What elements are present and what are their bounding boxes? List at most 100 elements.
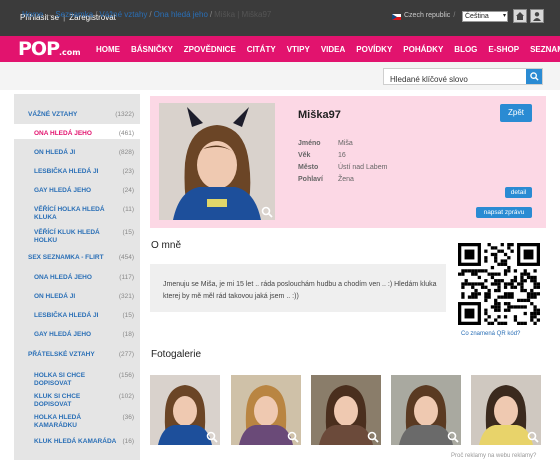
sidebar-item-label: ONA HLEDÁ JEHO [34, 274, 92, 281]
sidebar-item-label: PŘÁTELSKÉ VZTAHY [28, 351, 95, 358]
profile-field-value: Ústí nad Labem [338, 164, 388, 171]
gallery-photo[interactable] [311, 375, 381, 445]
sidebar-item-count: (15) [122, 229, 134, 236]
nav-item[interactable]: VTIPY [287, 45, 310, 54]
nav-item[interactable]: SEZNAMKA [530, 45, 560, 54]
sidebar-item-count: (828) [118, 149, 134, 156]
search-input[interactable] [384, 72, 522, 87]
profile-name: Miška97 [298, 109, 341, 121]
sidebar-item-count: (24) [122, 187, 134, 194]
send-message-button[interactable]: napsat zprávu [476, 207, 532, 218]
crumb-vazne[interactable]: Vážné vztahy [99, 10, 147, 19]
zoom-icon[interactable] [447, 431, 459, 443]
profile-field-value: 16 [338, 152, 346, 159]
logo-suffix: .com [59, 48, 81, 57]
crumb-slash: / [209, 10, 213, 19]
qr-info-link[interactable]: Co znamená QR kód? [461, 331, 520, 337]
profile-photo-image [159, 103, 275, 220]
sidebar-item-count: (18) [122, 331, 134, 338]
region-separator: / [453, 12, 456, 19]
category-sidebar: VÁŽNÉ VZTAHY (1322) ONA HLEDÁ JEHO (461) ON … [14, 94, 140, 460]
home-icon[interactable] [513, 9, 527, 23]
zoom-icon[interactable] [527, 431, 539, 443]
nav-items: HOME BÁSNIČKY ZPOVĚDNICE CITÁTY VTIPY VIDEA PO… [96, 45, 560, 54]
sidebar-item-count: (102) [118, 393, 134, 400]
sidebar-item-label: VĚŘÍCÍ HOLKA HLEDÁ KLUKA [34, 206, 105, 221]
zoom-icon[interactable] [287, 431, 299, 443]
zoom-icon[interactable] [367, 431, 379, 443]
gallery-photo[interactable] [391, 375, 461, 445]
sidebar-item-label: KLUK HLEDÁ KAMARÁDA [34, 438, 117, 445]
user-icon[interactable] [530, 9, 544, 23]
sidebar-item-label: LESBIČKA HLEDÁ JI [34, 312, 99, 319]
crumb-slash: / [95, 10, 98, 19]
sidebar-item-count: (1322) [115, 111, 134, 118]
search-button[interactable] [526, 69, 542, 84]
crumb-slash: / [149, 10, 152, 19]
zoom-icon[interactable] [261, 206, 273, 218]
search-icon [529, 72, 539, 81]
language-value: Čeština [465, 13, 489, 20]
ad-link[interactable]: Proč reklamy na webu reklamy? [451, 453, 536, 459]
crumb-seznamka[interactable]: Seznamka [55, 10, 93, 19]
detail-button[interactable]: detail [505, 187, 532, 198]
sidebar-item-label: VÁŽNÉ VZTAHY [28, 111, 78, 118]
sidebar-item-count: (454) [118, 254, 134, 261]
gallery-photo[interactable] [150, 375, 220, 445]
czech-flag-icon [392, 14, 401, 20]
region-label[interactable]: Czech republic / [404, 12, 455, 19]
sidebar-item-count: (277) [118, 351, 134, 358]
sidebar-item-label: ON HLEDÁ JI [34, 293, 76, 300]
sidebar-item-label: GAY HLEDÁ JEHO [34, 187, 92, 194]
nav-item[interactable]: ZPOVĚDNICE [184, 45, 236, 54]
sidebar-item-count: (36) [122, 414, 134, 421]
sidebar-item-label: ONA HLEDÁ JEHO [34, 130, 92, 137]
gallery-photo[interactable] [471, 375, 541, 445]
back-button[interactable]: Zpět [500, 104, 532, 122]
sidebar-item-count: (23) [122, 168, 134, 175]
site-logo[interactable]: POP.com [18, 38, 81, 60]
nav-item[interactable]: E-SHOP [488, 45, 519, 54]
language-select[interactable]: Čeština ▾ [462, 11, 508, 22]
sidebar-item-label: SEX SEZNAMKA - FLIRT [28, 254, 104, 261]
about-heading: O mně [151, 240, 182, 251]
nav-item[interactable]: BÁSNIČKY [131, 45, 173, 54]
sidebar-item-label: VĚŘÍCÍ KLUK HLEDÁ HOLKU [34, 229, 100, 244]
gallery-photo[interactable] [231, 375, 301, 445]
crumb-home[interactable]: Home [22, 10, 43, 19]
breadcrumb: Home → Seznamka / Vážné vztahy / Ona hledá jeh… [22, 10, 271, 19]
nav-item[interactable]: BLOG [454, 45, 477, 54]
nav-item[interactable]: CITÁTY [247, 45, 276, 54]
nav-item[interactable]: VIDEA [321, 45, 345, 54]
nav-item[interactable]: POVÍDKY [356, 45, 392, 54]
sidebar-item-count: (117) [119, 274, 134, 281]
nav-item[interactable]: HOME [96, 45, 120, 54]
sidebar-item-label: LESBIČKA HLEDÁ JI [34, 168, 99, 175]
profile-field-key: Věk [298, 152, 311, 159]
about-text: Jmenuju se Miša, je mi 15 let .. ráda po… [163, 281, 437, 300]
sidebar-item-label: KLUK SI CHCE DOPISOVAT [34, 393, 81, 408]
profile-photo[interactable] [159, 103, 275, 220]
nav-item[interactable]: POHÁDKY [403, 45, 443, 54]
zoom-icon[interactable] [206, 431, 218, 443]
sidebar-item-count: (461) [118, 130, 134, 137]
logo-main: POP [18, 38, 60, 60]
profile-field-value: Žena [338, 176, 354, 183]
gallery-heading: Fotogalerie [151, 349, 202, 360]
sidebar-item-label: GAY HLEDÁ JEHO [34, 331, 92, 338]
sidebar-item-count: (11) [122, 206, 134, 213]
sidebar-item-count: (15) [122, 312, 134, 319]
qr-code [458, 243, 540, 325]
sidebar-item-label: HOLKA HLEDÁ KAMARÁDKU [34, 414, 82, 429]
qr-code-image [458, 243, 540, 325]
region-text[interactable]: Czech republic [404, 12, 450, 19]
profile-field-value: Miša [338, 140, 353, 147]
crumb-arrow: → [45, 10, 54, 19]
profile-field-key: Pohlaví [298, 176, 323, 183]
profile-field-key: Město [298, 164, 319, 171]
sidebar-item-label: ON HLEDÁ JI [34, 149, 76, 156]
profile-field-key: Jméno [298, 140, 321, 147]
main-nav: POP.com HOME BÁSNIČKY ZPOVĚDNICE CITÁTY VTIP… [0, 36, 560, 62]
search-box [383, 68, 543, 87]
crumb-ona[interactable]: Ona hledá jeho [154, 10, 208, 19]
